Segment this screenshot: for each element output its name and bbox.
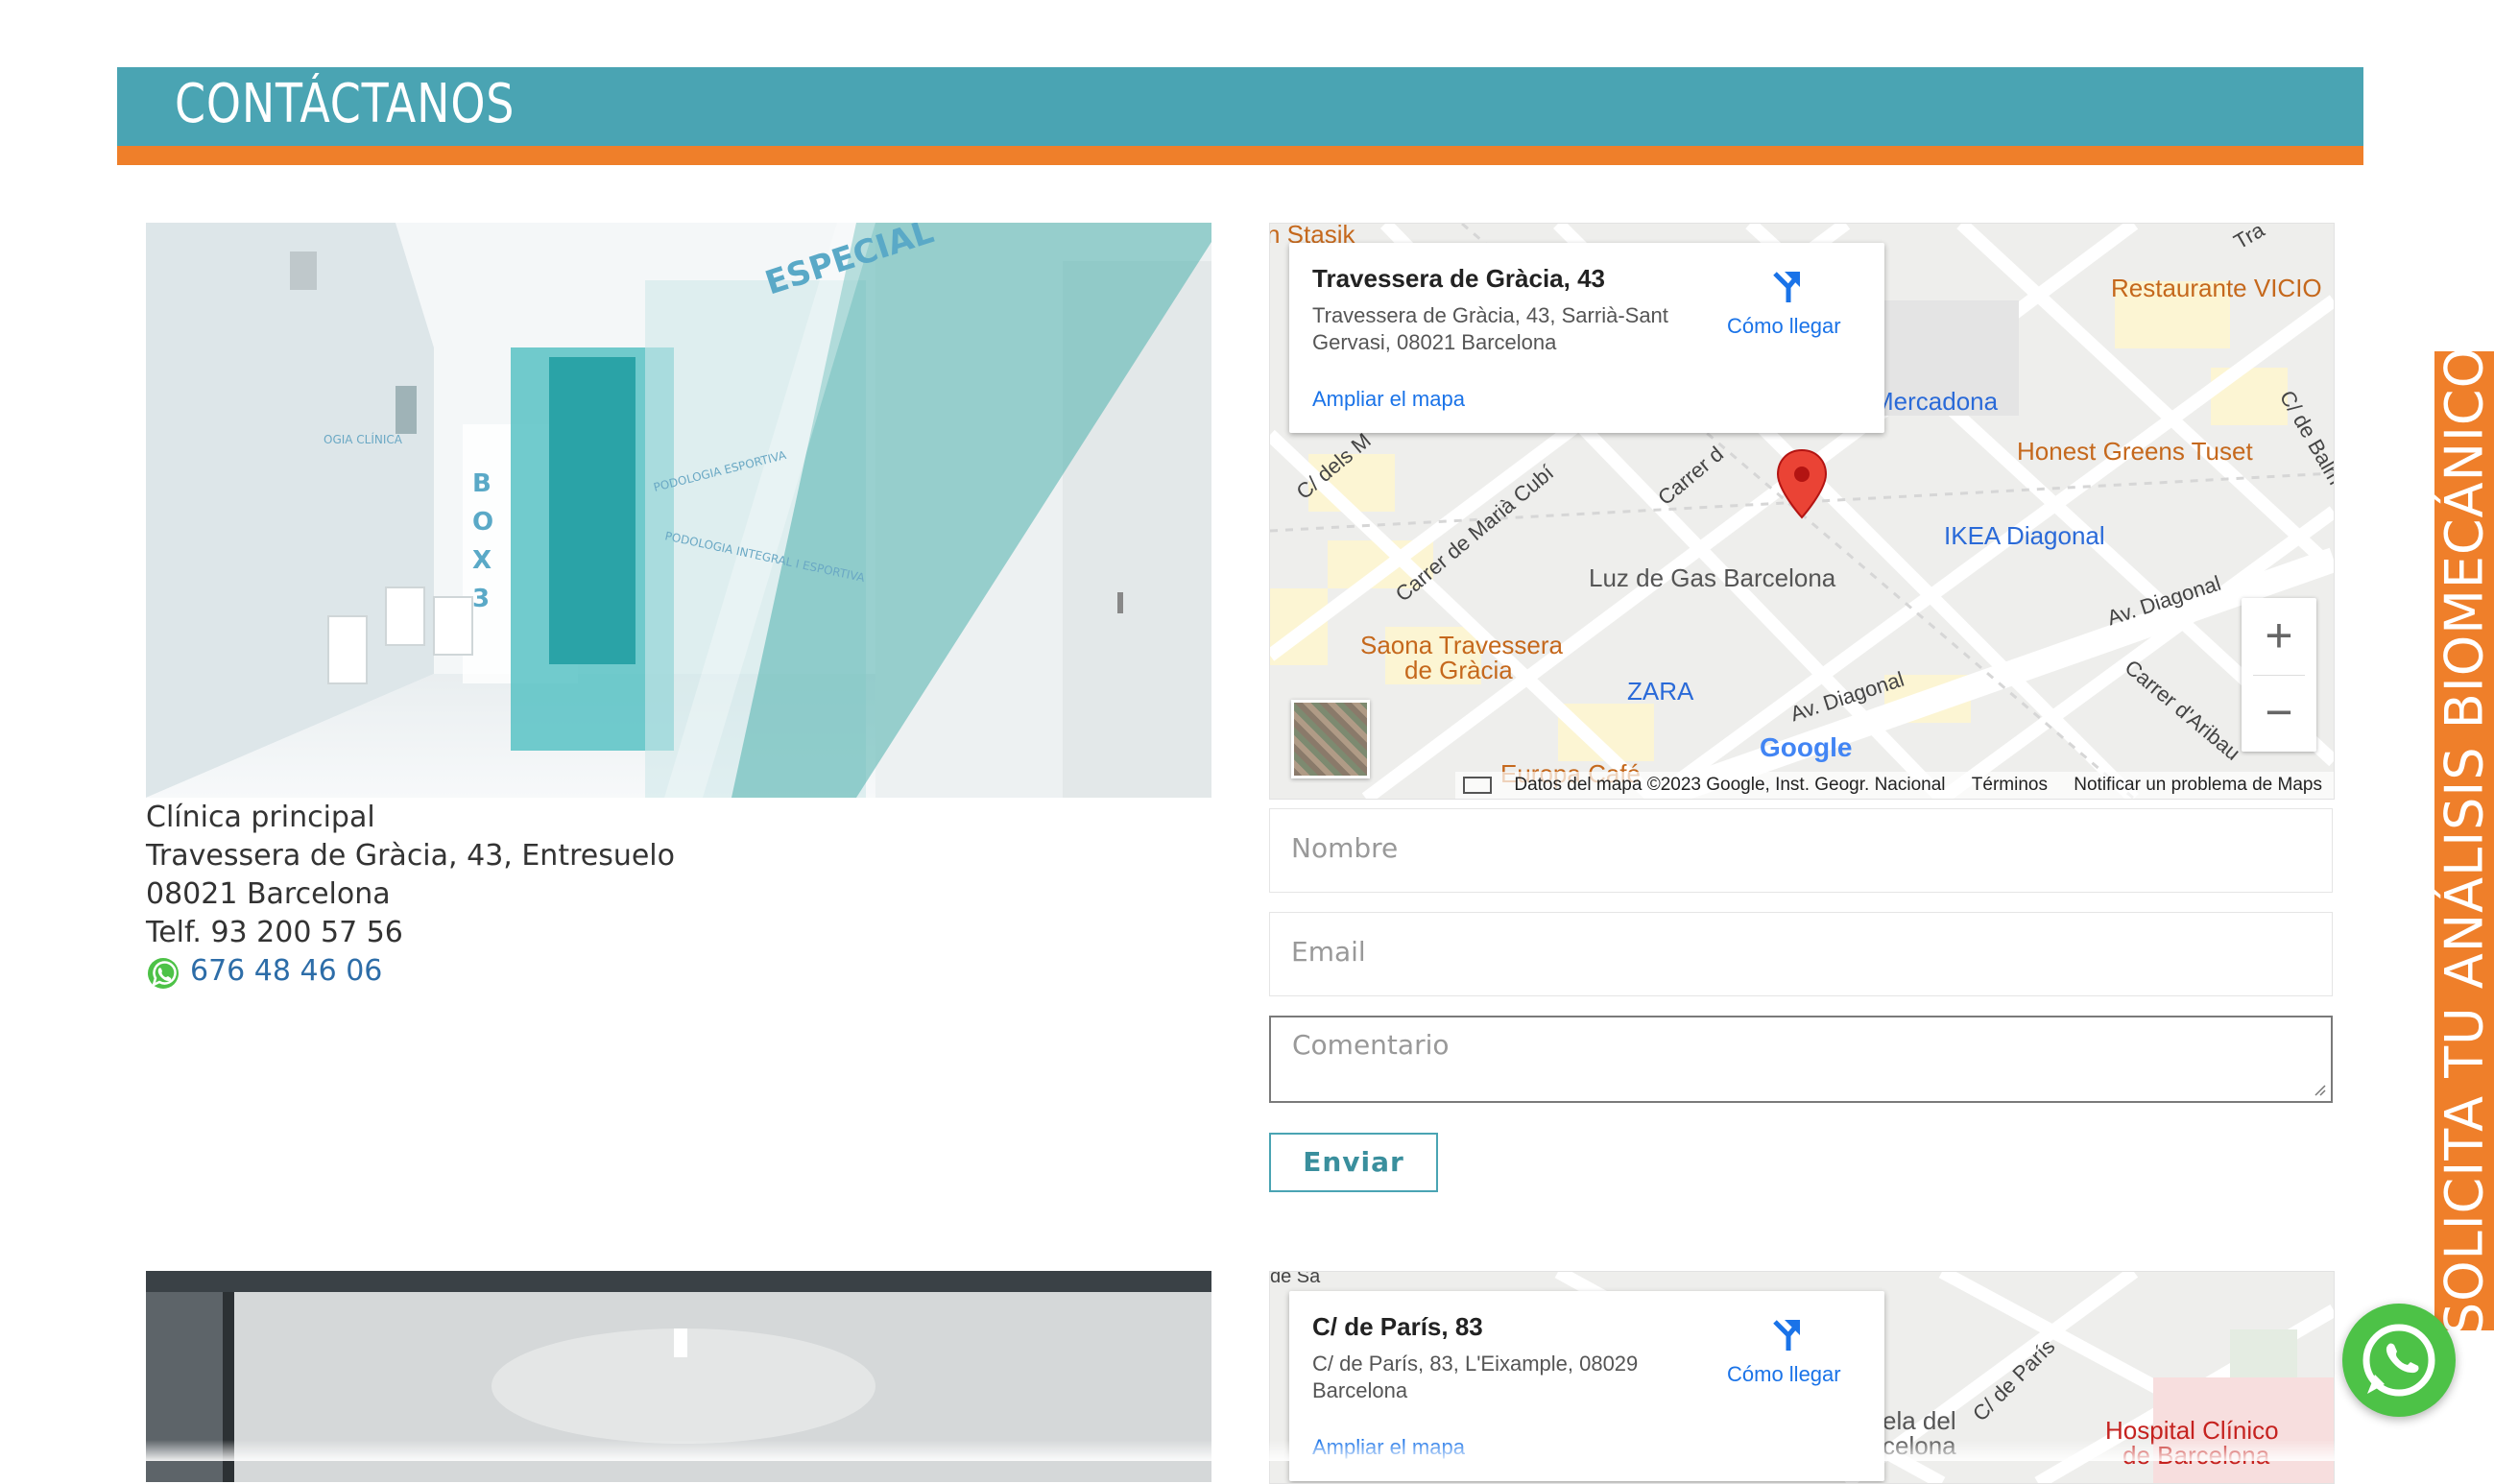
map-label-mercadona: Mercadona [1873,387,1998,417]
directions-link-2[interactable]: Cómo llegar [1727,1362,1841,1387]
map-label-luz-de-gas: Luz de Gas Barcelona [1589,563,1835,593]
map-label-zara: ZARA [1627,677,1693,706]
map-label-ikea: IKEA Diagonal [1944,521,2105,551]
svg-text:3: 3 [472,585,490,613]
biomechanical-analysis-tab[interactable]: SOLICITA TU ANÁLISIS BIOMECÁNICO [2434,351,2494,1330]
location-pin-icon[interactable] [1775,448,1829,519]
google-map-main-clinic[interactable]: n Stasik Restaurante VICIO Mercadona Hon… [1269,223,2335,800]
map-attribution: Datos del mapa ©2023 Google, Inst. Geogr… [1514,775,1945,795]
clinic-name: Clínica principal [146,801,375,834]
clinic-phone: Telf. 93 200 57 56 [146,916,403,949]
bottom-fade [0,1440,2494,1461]
keyboard-shortcuts-icon[interactable] [1463,777,1492,794]
map-terms-link[interactable]: Términos [1972,775,2048,795]
map-label-saona-2: de Gràcia [1404,656,1513,685]
whatsapp-float-button[interactable] [2342,1304,2456,1417]
directions-icon[interactable] [1767,268,1806,306]
whatsapp-link[interactable]: 676 48 46 06 [190,954,382,988]
resize-handle-icon[interactable] [2314,1084,2327,1097]
clinic-address-line1: Travessera de Gràcia, 43, Entresuelo [146,839,675,873]
email-field[interactable]: Email [1269,912,2333,996]
map-attribution-bar: Datos del mapa ©2023 Google, Inst. Geogr… [1455,772,2334,799]
map-place-address-2: C/ de París, 83, L'Eixample, 08029 Barce… [1312,1351,1715,1404]
clinic-address-line2: 08021 Barcelona [146,877,391,911]
svg-text:X: X [472,546,492,575]
header-accent-stripe [117,146,2363,165]
zoom-out-button[interactable]: − [2242,675,2316,752]
satellite-toggle[interactable] [1291,700,1370,778]
zoom-in-button[interactable]: + [2242,598,2316,675]
email-placeholder: Email [1291,936,1366,968]
side-tab-label: SOLICITA TU ANÁLISIS BIOMECÁNICO [2434,347,2494,1335]
zoom-controls: + − [2242,598,2316,752]
map-label-de-sa: de Sa [1270,1271,1320,1288]
map-place-title: Travessera de Gràcia, 43 [1312,264,1605,294]
svg-text:OGIA CLÍNICA: OGIA CLÍNICA [324,432,403,446]
page-title: CONTÁCTANOS [175,73,515,135]
submit-button[interactable]: Enviar [1269,1133,1438,1192]
expand-map-link[interactable]: Ampliar el mapa [1312,387,1465,412]
svg-text:B: B [472,469,492,498]
map-place-address: Travessera de Gràcia, 43, Sarrià-Sant Ge… [1312,302,1715,356]
directions-icon[interactable] [1767,1316,1806,1354]
map-place-title-2: C/ de París, 83 [1312,1312,1483,1342]
clinic-photo: B O X 3 ESPECIAL OGIA CLÍNICA PODOLOGIA … [146,223,1211,798]
name-placeholder: Nombre [1291,832,1398,864]
map-label-honest-greens: Honest Greens Tuset [2017,437,2253,467]
comment-placeholder: Comentario [1292,1029,1450,1061]
whatsapp-icon [146,956,180,991]
map-label-vicio: Restaurante VICIO [2111,274,2322,303]
map-report-link[interactable]: Notificar un problema de Maps [2074,775,2322,795]
svg-text:O: O [472,508,493,537]
whatsapp-icon [2342,1304,2456,1417]
comment-field[interactable]: Comentario [1269,1016,2333,1103]
directions-link[interactable]: Cómo llegar [1727,314,1841,339]
name-field[interactable]: Nombre [1269,808,2333,893]
zoom-divider [2253,675,2305,676]
google-logo: Google [1760,732,1852,763]
map-info-card: Travessera de Gràcia, 43 Travessera de G… [1289,243,1884,433]
